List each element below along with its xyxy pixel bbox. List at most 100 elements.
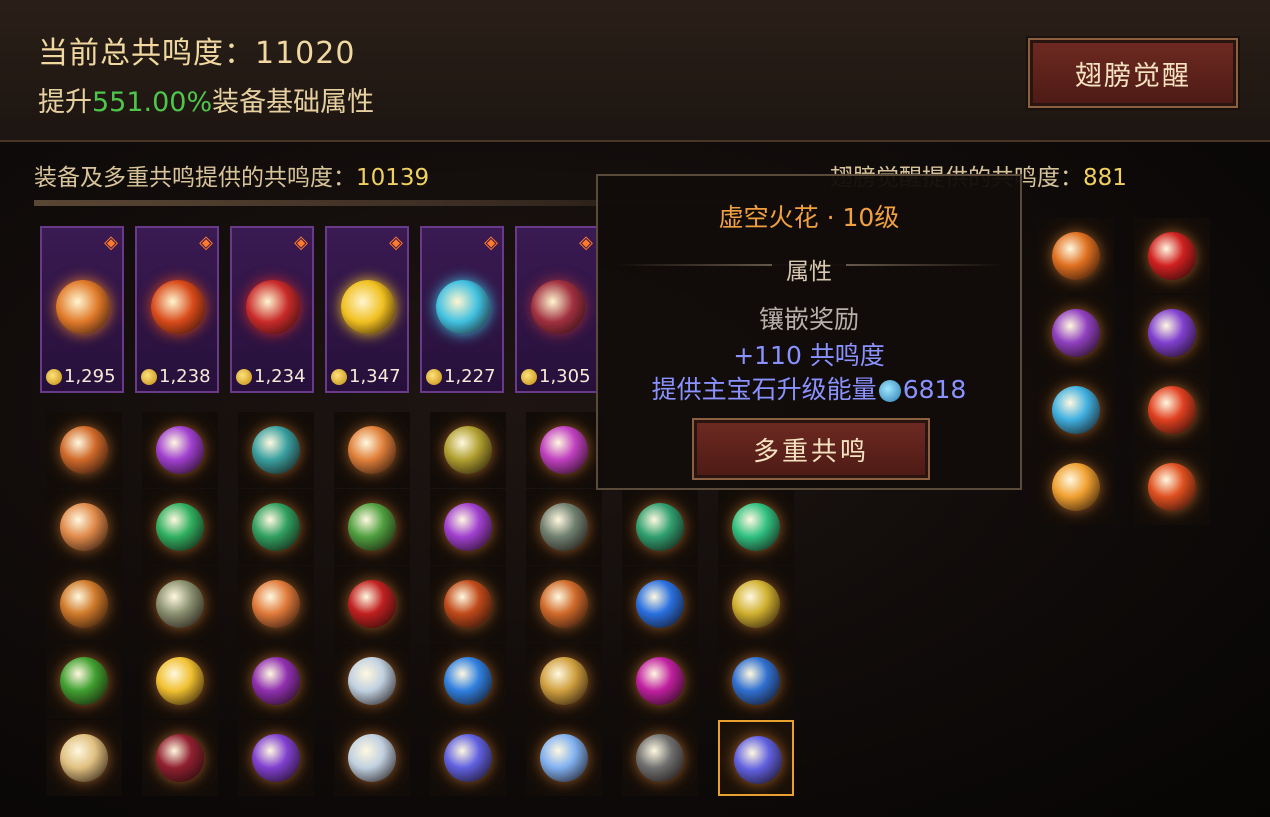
gem-icon [1148,386,1196,434]
gem-icon [252,426,300,474]
gem-slot[interactable] [238,720,314,796]
equip-resonance-label: 装备及多重共鸣提供的共鸣度： [34,165,356,191]
gem-slot[interactable] [526,412,602,488]
gem-icon [156,734,204,782]
gem-slot[interactable] [430,643,506,719]
gem-icon [540,580,588,628]
gem-icon [540,503,588,551]
equipment-slot[interactable]: ◈ 1,227 [420,226,504,393]
gem-icon [1052,309,1100,357]
equipment-slot[interactable]: ◈ 1,305 [515,226,599,393]
gem-icon [252,580,300,628]
coin-icon [426,368,442,385]
gem-icon [156,426,204,474]
multi-resonance-button[interactable]: 多重共鸣 [692,418,930,480]
equipment-slot[interactable]: ◈ 1,295 [40,226,124,393]
resonance-panel: 当前总共鸣度：11020 提升551.00%装备基础属性 翅膀觉醒 装备及多重共… [0,0,1270,817]
gem-slot[interactable] [430,412,506,488]
equipment-value: 1,227 [426,366,496,387]
gem-slot[interactable] [526,489,602,565]
gem-slot[interactable] [142,489,218,565]
gem-slot[interactable] [526,566,602,642]
gem-slot[interactable] [526,643,602,719]
gem-slot[interactable] [718,489,794,565]
gem-slot[interactable] [622,643,698,719]
equipment-value-text: 1,238 [159,366,211,387]
equipment-slot[interactable]: ◈ 1,238 [135,226,219,393]
gem-icon [348,734,396,782]
gem-slot[interactable] [46,412,122,488]
equipment-value: 1,305 [521,366,591,387]
coin-icon [236,368,252,385]
gem-slot[interactable] [1134,372,1210,448]
gem-icon [60,580,108,628]
gem-slot[interactable] [334,566,410,642]
gem-icon [156,580,204,628]
gem-slot[interactable] [718,720,794,796]
energy-prefix: 提供主宝石升级能量 [651,375,877,404]
gem-slot[interactable] [334,489,410,565]
gem-icon [252,734,300,782]
wing-awaken-button[interactable]: 翅膀觉醒 [1028,38,1238,108]
gem-slot[interactable] [46,720,122,796]
gem-icon [734,736,782,784]
gem-slot[interactable] [1038,449,1114,525]
equipment-gem-icon [341,280,395,334]
gem-slot[interactable] [1038,372,1114,448]
gem-slot[interactable] [1038,295,1114,371]
gem-slot[interactable] [142,412,218,488]
gem-slot[interactable] [430,566,506,642]
equip-resonance: 装备及多重共鸣提供的共鸣度：10139 [34,158,429,192]
wing-resonance-value: 881 [1083,165,1127,191]
gem-slot[interactable] [526,720,602,796]
gem-icon [444,503,492,551]
gem-slot[interactable] [1134,218,1210,294]
gem-slot[interactable] [142,566,218,642]
gem-icon [156,503,204,551]
gem-icon [540,657,588,705]
gem-icon [348,503,396,551]
boost-text: 提升551.00%装备基础属性 [38,80,374,119]
gem-slot[interactable] [238,489,314,565]
equipment-slot[interactable]: ◈ 1,347 [325,226,409,393]
gem-slot[interactable] [1134,449,1210,525]
gem-icon [444,426,492,474]
coin-icon [521,368,537,385]
gem-slot[interactable] [1038,218,1114,294]
gem-tooltip: 虚空火花 · 10级 属性 镶嵌奖励 +110 共鸣度 提供主宝石升级能量 681… [596,174,1022,490]
gem-slot[interactable] [46,489,122,565]
gem-slot[interactable] [238,643,314,719]
gem-slot[interactable] [238,566,314,642]
gem-slot[interactable] [142,720,218,796]
gem-slot[interactable] [142,643,218,719]
gem-slot[interactable] [46,566,122,642]
gem-icon [252,657,300,705]
equipment-value: 1,234 [236,366,306,387]
gem-slot[interactable] [622,566,698,642]
gem-slot[interactable] [46,643,122,719]
gem-icon [60,734,108,782]
gem-slot[interactable] [718,643,794,719]
equipment-value-text: 1,305 [539,366,591,387]
gem-icon [156,657,204,705]
gem-icon [60,503,108,551]
equipment-slot[interactable]: ◈ 1,234 [230,226,314,393]
gem-slot[interactable] [430,489,506,565]
rune-icon: ◈ [579,232,593,253]
equipment-value: 1,238 [141,366,211,387]
rune-icon: ◈ [389,232,403,253]
gem-slot[interactable] [334,720,410,796]
gem-slot[interactable] [622,489,698,565]
gem-slot[interactable] [334,643,410,719]
gem-slot[interactable] [718,566,794,642]
equipment-gem-icon [436,280,490,334]
gem-icon [636,503,684,551]
gem-slot[interactable] [1134,295,1210,371]
tooltip-stat: +110 共鸣度 [733,341,885,370]
total-resonance: 当前总共鸣度：11020 [38,36,356,71]
gem-slot[interactable] [622,720,698,796]
gem-slot[interactable] [430,720,506,796]
gem-icon [348,426,396,474]
gem-slot[interactable] [334,412,410,488]
gem-slot[interactable] [238,412,314,488]
